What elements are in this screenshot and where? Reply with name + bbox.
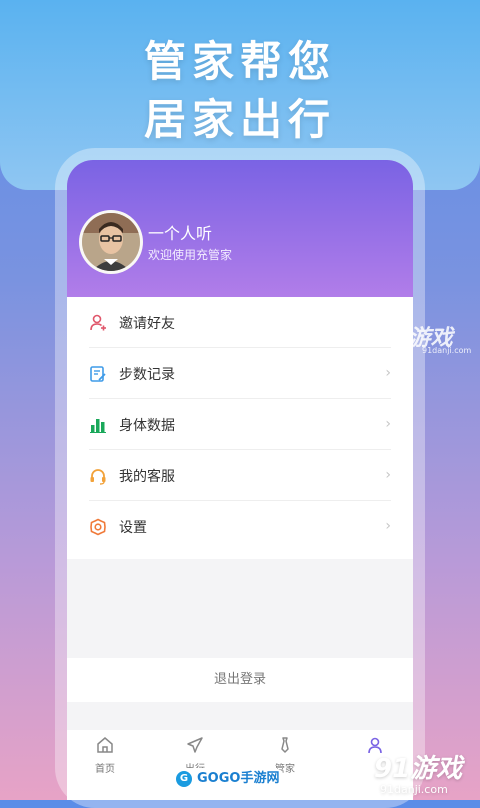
menu-item-label: 设置 [119,519,147,536]
logout-button[interactable]: 退出登录 [67,658,413,702]
gogo-logo-icon: G [176,771,192,787]
plane-icon [187,737,203,753]
chevron-right-icon: › [385,518,391,534]
tab-label: 首页 [95,764,115,775]
user-subtitle: 欢迎使用充管家 [148,248,233,262]
watermark-91-bottom: 91游戏 91danji.com [374,754,463,796]
tie-icon [281,737,289,753]
chevron-right-icon: › [385,467,391,483]
menu-item-step-records[interactable]: 步数记录 › [67,348,413,399]
menu-item-label: 邀请好友 [119,315,175,332]
tab-home[interactable]: 首页 [75,736,135,775]
menu-item-label: 我的客服 [119,468,175,485]
menu-list: 邀请好友 步数记录 › 身体数据 › 我的客服 › 设置 › [67,297,413,559]
menu-item-label: 身体数据 [119,417,175,434]
home-icon [97,737,113,753]
user-plus-icon [88,313,108,333]
gear-icon [88,517,108,537]
menu-item-settings[interactable]: 设置 › [67,501,413,552]
menu-item-label: 步数记录 [119,366,175,383]
watermark-91-side: 91游戏 91danji.com [378,326,472,355]
bar-chart-icon [88,415,108,435]
profile-header: 一个人听 欢迎使用充管家 [67,160,413,297]
banner-line-1: 管家帮您 [143,37,336,86]
headset-icon [88,466,108,486]
user-name: 一个人听 [148,224,213,243]
app-screen: 一个人听 欢迎使用充管家 邀请好友 步数记录 › 身体数据 › 我的客服 › 设… [67,160,413,800]
notepad-icon [88,364,108,384]
menu-item-customer-service[interactable]: 我的客服 › [67,450,413,501]
menu-item-body-data[interactable]: 身体数据 › [67,399,413,450]
banner-line-2: 居家出行 [143,95,336,144]
watermark-gogo: G GOGO手游网 [173,768,286,790]
avatar[interactable] [79,210,143,274]
chevron-right-icon: › [385,416,391,432]
menu-item-invite-friends[interactable]: 邀请好友 [67,297,413,348]
avatar-image [82,213,140,271]
chevron-right-icon: › [385,365,391,381]
